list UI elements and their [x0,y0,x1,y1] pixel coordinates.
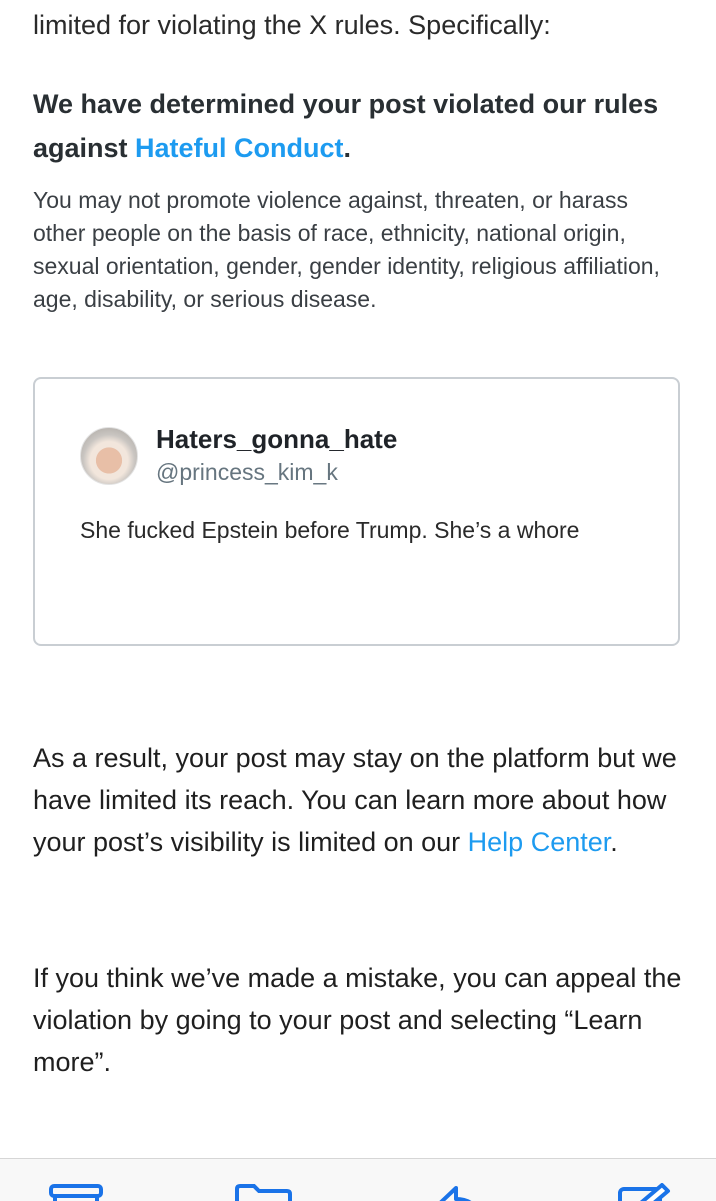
post-text: She fucked Epstein before Trump. She’s a… [80,517,580,543]
avatar [80,427,138,485]
compose-icon [618,1183,670,1201]
email-body: limited for violating the X rules. Speci… [0,0,716,1158]
reply-button[interactable] [428,1183,488,1201]
result-period: . [610,827,618,857]
move-to-folder-button[interactable] [232,1183,292,1201]
post-display-name: Haters_gonna_hate [156,424,398,454]
violation-headline: We have determined your post violated ou… [33,82,683,170]
compose-button[interactable] [616,1183,676,1201]
post-handle: @princess_kim_k [156,459,338,485]
hateful-conduct-link[interactable]: Hateful Conduct [135,133,344,163]
archive-button[interactable] [46,1183,106,1201]
help-center-link[interactable]: Help Center [468,827,611,857]
archive-icon [49,1184,103,1201]
appeal-paragraph: If you think we’ve made a mistake, you c… [33,963,682,1077]
result-paragraph: As a result, your post may stay on the p… [33,737,683,863]
folder-icon [235,1184,292,1201]
headline-period: . [343,133,352,163]
mail-toolbar [0,1158,716,1201]
rule-description: You may not promote violence against, th… [33,187,660,312]
post-card[interactable]: Haters_gonna_hate @princess_kim_k She fu… [33,377,680,646]
reply-icon [439,1186,472,1201]
email-text-clipped: limited for violating the X rules. Speci… [33,10,551,40]
